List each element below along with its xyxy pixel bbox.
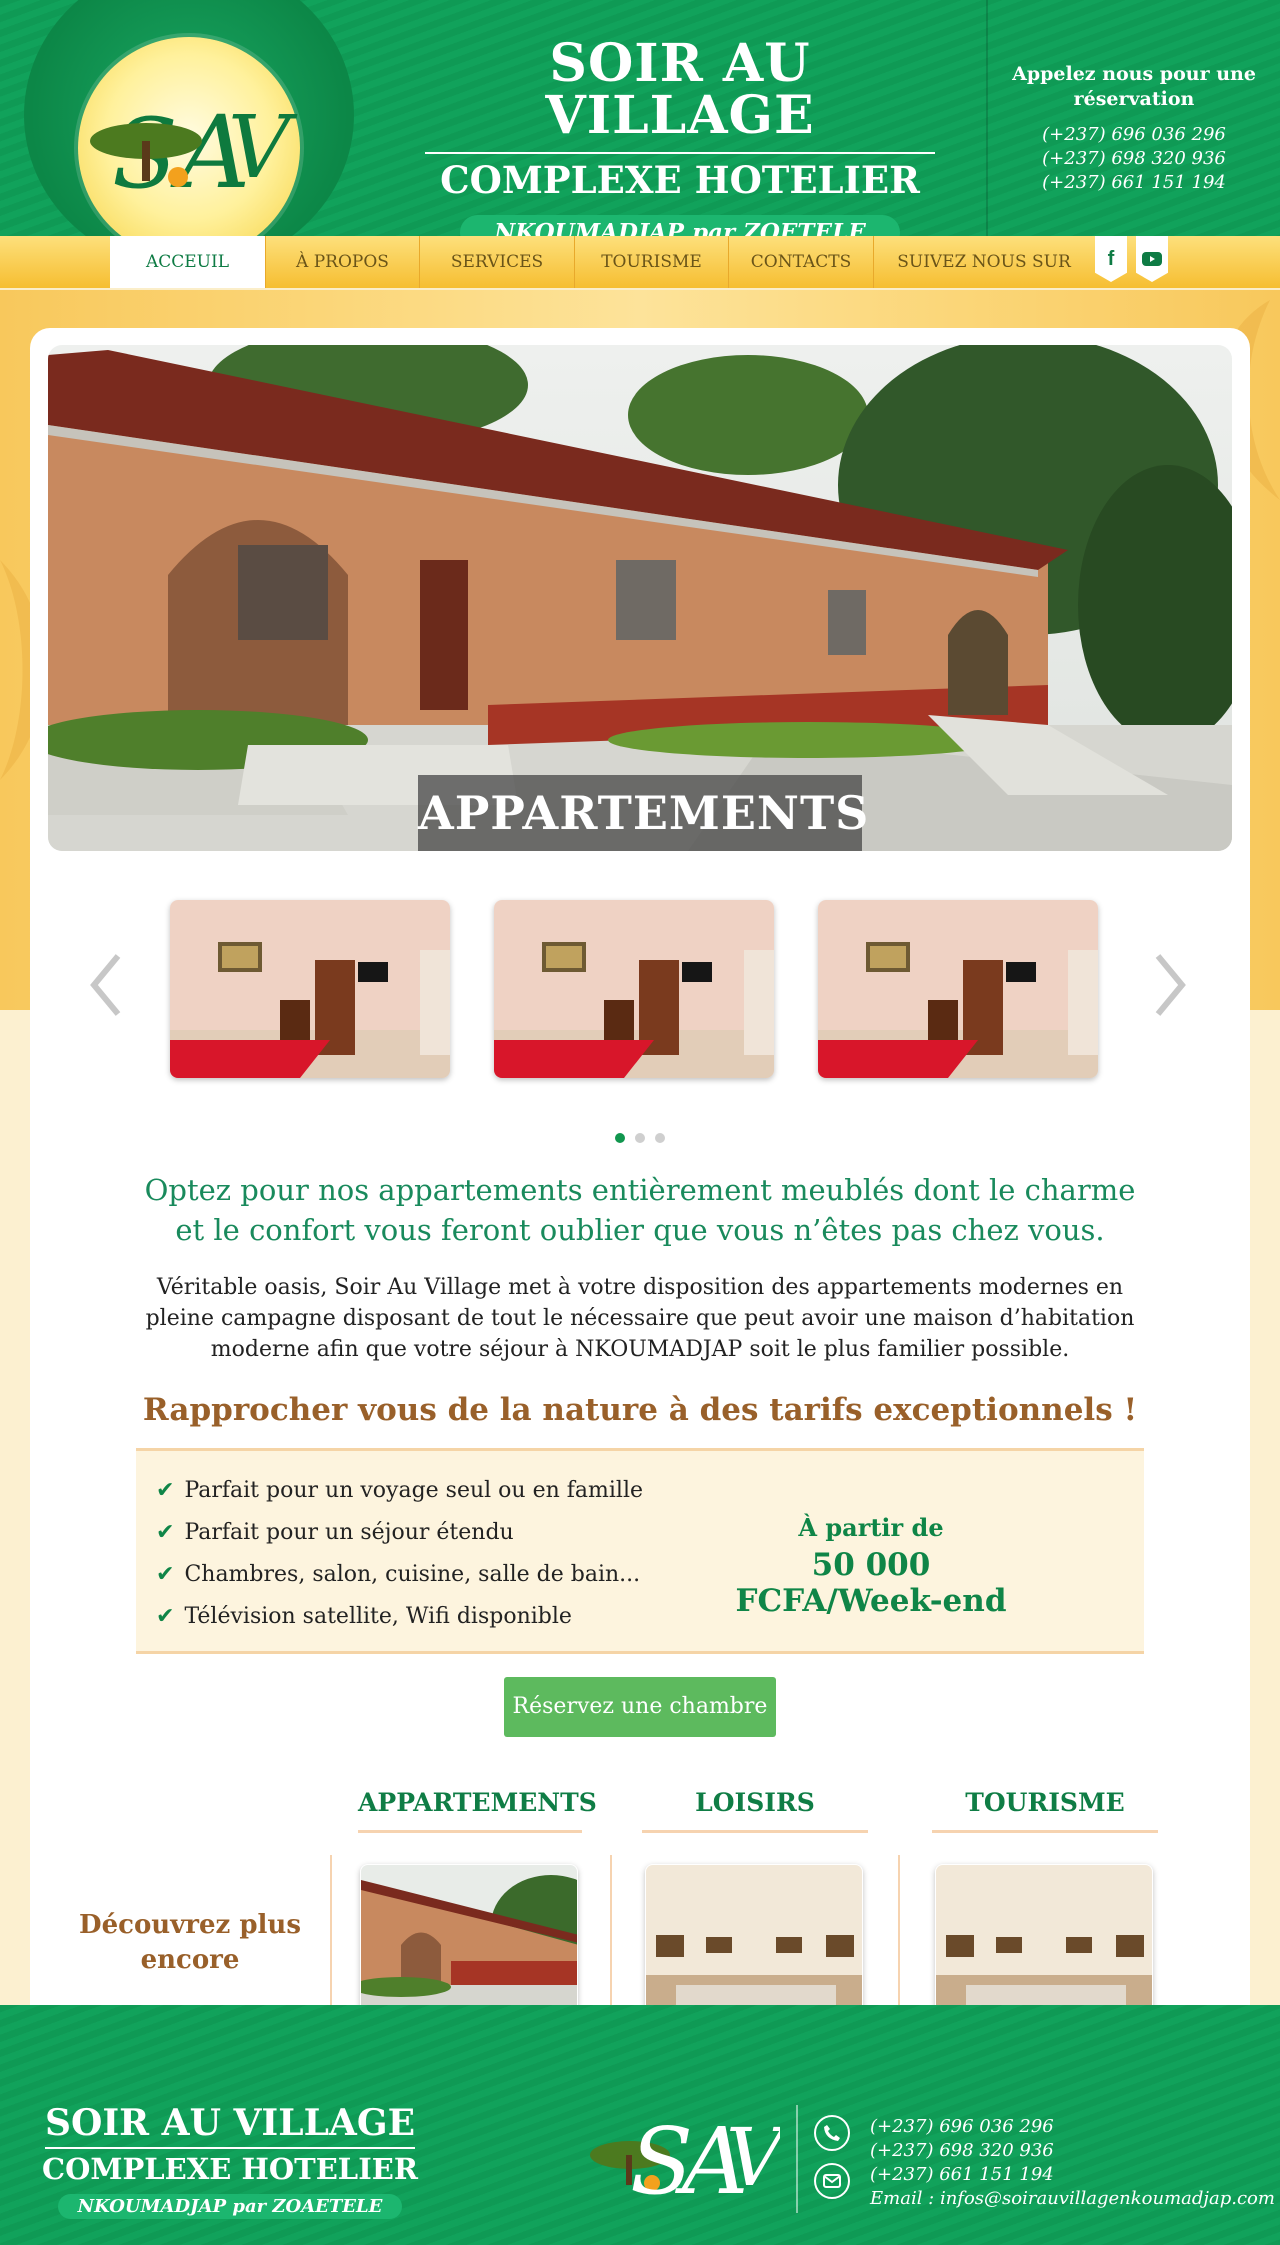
- main-nav: ACCEUIL À PROPOS SERVICES TOURISME CONTA…: [0, 236, 1280, 288]
- footer-email[interactable]: Email : infos@soirauvillagenkoumadjap.co…: [870, 2187, 1275, 2211]
- header: S A V SOIR AU VILLAGE COMPLEXE HOTELIER …: [0, 0, 1280, 236]
- lead-text: Optez pour nos appartements entièrement …: [144, 1173, 1136, 1247]
- nav-item-tourisme[interactable]: TOURISME: [575, 236, 729, 288]
- price-label: À partir de: [798, 1513, 944, 1542]
- feature-item: ✔ Télévision satellite, Wifi disponible: [156, 1604, 572, 1629]
- pagination-dot[interactable]: [655, 1133, 665, 1143]
- section-title-appartements[interactable]: APPARTEMENTS: [358, 1785, 597, 1833]
- nav-item-accueil[interactable]: ACCEUIL: [110, 236, 266, 288]
- feature-item: ✔ Parfait pour un séjour étendu: [156, 1520, 514, 1545]
- nav-item-contacts[interactable]: CONTACTS: [729, 236, 874, 288]
- phone-icon: [814, 2115, 850, 2151]
- nav-item-a-propos[interactable]: À PROPOS: [266, 236, 420, 288]
- carousel-thumbnail[interactable]: [494, 900, 774, 1078]
- features-box: ✔ Parfait pour un voyage seul ou en famil…: [136, 1448, 1144, 1654]
- carousel-thumbnail[interactable]: [170, 900, 450, 1078]
- bedroom-image: [818, 900, 1098, 1078]
- footer-divider: [45, 2147, 415, 2149]
- check-icon: ✔: [156, 1604, 175, 1629]
- check-icon: ✔: [156, 1520, 175, 1545]
- next-arrow-icon[interactable]: [1150, 950, 1190, 1020]
- sav-logo-icon[interactable]: S A V: [78, 37, 300, 236]
- title-divider: [425, 152, 935, 154]
- facebook-icon: f: [1107, 247, 1115, 270]
- svg-text:V: V: [228, 98, 298, 198]
- section-title-loisirs[interactable]: LOISIRS: [642, 1785, 868, 1833]
- email-icon: [814, 2163, 850, 2199]
- reserve-button[interactable]: Réservez une chambre: [504, 1677, 776, 1737]
- carousel-pagination: [0, 1128, 1280, 1147]
- bedroom-image: [494, 900, 774, 1078]
- prev-arrow-icon[interactable]: [86, 950, 126, 1020]
- feature-item: ✔ Parfait pour un voyage seul ou en famil…: [156, 1478, 644, 1503]
- hero-caption: APPARTEMENTS: [418, 775, 868, 851]
- site-title: SOIR AU VILLAGE: [545, 33, 815, 146]
- bedroom-image: [170, 900, 450, 1078]
- brand-block: SOIR AU VILLAGE COMPLEXE HOTELIER NKOUMA…: [420, 38, 940, 236]
- pagination-dot[interactable]: [615, 1133, 625, 1143]
- footer-phone[interactable]: (+237) 661 151 194: [870, 2163, 1275, 2187]
- youtube-icon: [1142, 252, 1162, 266]
- footer-location-badge: NKOUMADJAP par ZOAETELE: [57, 2194, 403, 2219]
- description-text: Véritable oasis, Soir Au Village met à v…: [145, 1275, 1135, 1362]
- facebook-button[interactable]: f: [1095, 236, 1127, 282]
- site-subtitle: COMPLEXE HOTELIER: [440, 158, 920, 202]
- pagination-dot[interactable]: [635, 1133, 645, 1143]
- phone-number[interactable]: (+237) 698 320 936: [988, 147, 1280, 171]
- footer-contact: (+237) 696 036 296 (+237) 698 320 936 (+…: [870, 2115, 1275, 2211]
- promo-heading: Rapprocher vous de la nature à des tarif…: [142, 1392, 1138, 1428]
- footer: SOIR AU VILLAGE COMPLEXE HOTELIER NKOUMA…: [0, 2005, 1280, 2245]
- svg-text:V: V: [726, 2111, 780, 2204]
- price-value: 50 000 FCFA/Week-end: [735, 1547, 1007, 1619]
- phone-number[interactable]: (+237) 696 036 296: [988, 123, 1280, 147]
- check-icon: ✔: [156, 1562, 175, 1587]
- footer-phone[interactable]: (+237) 698 320 936: [870, 2139, 1275, 2163]
- discover-label: Découvrez plus encore: [79, 1910, 301, 1975]
- reservation-title: Appelez nous pour une réservation: [1012, 63, 1256, 110]
- feature-item: ✔ Chambres, salon, cuisine, salle de bain…: [156, 1562, 641, 1587]
- nav-item-services[interactable]: SERVICES: [420, 236, 575, 288]
- footer-subtitle: COMPLEXE HOTELIER: [42, 2152, 418, 2186]
- check-icon: ✔: [156, 1478, 175, 1503]
- footer-logo-icon[interactable]: S A V: [580, 2105, 780, 2205]
- location-badge: NKOUMADJAP par ZOETELE: [460, 215, 900, 236]
- footer-brand: SOIR AU VILLAGE COMPLEXE HOTELIER NKOUMA…: [40, 2105, 420, 2219]
- footer-title: SOIR AU VILLAGE: [44, 2102, 416, 2144]
- footer-separator: [796, 2105, 798, 2213]
- phone-number[interactable]: (+237) 661 151 194: [988, 171, 1280, 195]
- nav-item-suivez-nous: SUIVEZ NOUS SUR: [897, 252, 1071, 272]
- footer-phone[interactable]: (+237) 696 036 296: [870, 2115, 1275, 2139]
- section-title-tourisme[interactable]: TOURISME: [932, 1785, 1158, 1833]
- header-contact: Appelez nous pour une réservation (+237)…: [986, 0, 1280, 236]
- carousel-thumbnail[interactable]: [818, 900, 1098, 1078]
- youtube-button[interactable]: [1136, 236, 1168, 282]
